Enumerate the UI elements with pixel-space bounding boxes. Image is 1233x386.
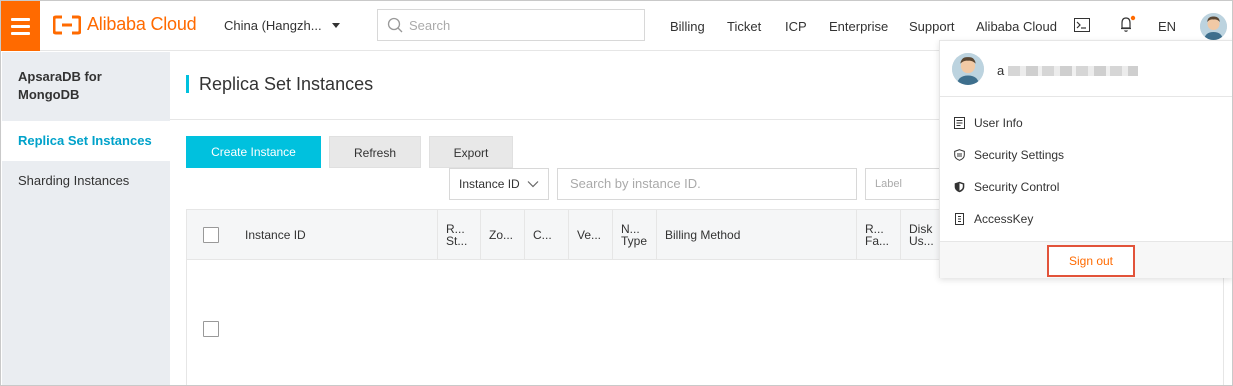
caret-down-icon (331, 23, 340, 28)
alibaba-cloud-mark-icon (53, 15, 81, 34)
sign-out-button[interactable]: Sign out (1047, 245, 1135, 277)
key-icon (955, 213, 964, 225)
nav-billing[interactable]: Billing (670, 19, 705, 34)
select-all-checkbox[interactable] (203, 227, 219, 243)
username-redacted (1008, 65, 1139, 76)
username-prefix: a (997, 63, 1005, 78)
filter-field-value: Instance ID (459, 177, 520, 191)
shield-outline-icon (954, 149, 965, 161)
global-search-input[interactable]: Search (377, 9, 645, 41)
menu-item-security-control[interactable]: Security Control (940, 171, 1232, 203)
column-zone[interactable]: Zo... (481, 210, 525, 260)
column-running-status[interactable]: R... St... (438, 210, 481, 260)
alibaba-cloud-logo[interactable]: Alibaba Cloud (53, 14, 197, 35)
menu-item-user-info[interactable]: User Info (940, 107, 1232, 139)
region-selector[interactable]: China (Hangzh... (224, 18, 340, 33)
menu-item-label: Security Settings (974, 148, 1065, 162)
product-title: ApsaraDB for MongoDB (18, 69, 102, 102)
avatar-icon (1200, 13, 1227, 40)
chevron-down-icon (527, 181, 539, 188)
user-menu-dropdown: a User Info Security Settings Security C… (939, 40, 1232, 278)
column-billing-method[interactable]: Billing Method (657, 210, 857, 260)
avatar (952, 53, 984, 85)
brand-name: Alibaba Cloud (87, 14, 197, 34)
sidebar: ApsaraDB for MongoDB Replica Set Instanc… (2, 52, 170, 385)
avatar-icon (952, 53, 984, 85)
nav-support[interactable]: Support (909, 19, 955, 34)
notification-bell-icon[interactable] (1118, 14, 1138, 34)
filter-field-select[interactable]: Instance ID (449, 168, 549, 200)
menu-item-label: Security Control (974, 180, 1060, 194)
sidebar-item-replica-set[interactable]: Replica Set Instances (2, 121, 170, 161)
column-instance-id[interactable]: Instance ID (237, 210, 438, 260)
hamburger-menu-icon[interactable] (1, 1, 40, 51)
shield-filled-icon (954, 181, 965, 193)
language-switch[interactable]: EN (1158, 19, 1176, 34)
search-placeholder: Search (409, 17, 451, 33)
document-icon (954, 117, 965, 129)
nav-enterprise[interactable]: Enterprise (829, 19, 888, 34)
nav-ticket[interactable]: Ticket (727, 19, 761, 34)
page-title: Replica Set Instances (186, 75, 373, 93)
terminal-icon[interactable] (1074, 18, 1090, 32)
user-avatar[interactable] (1200, 13, 1227, 40)
instance-id-search-input[interactable]: Search by instance ID. (557, 168, 857, 200)
refresh-button[interactable]: Refresh (329, 136, 421, 168)
region-label: China (Hangzh... (224, 18, 322, 33)
create-instance-button[interactable]: Create Instance (186, 136, 321, 168)
console-window: Alibaba Cloud China (Hangzh... Search Bi… (0, 0, 1233, 386)
export-button[interactable]: Export (429, 136, 513, 168)
column-configuration[interactable]: C... (525, 210, 569, 260)
username: a (997, 63, 1139, 78)
user-menu-footer: Sign out (940, 241, 1232, 278)
search-icon (387, 17, 403, 33)
menu-item-security-settings[interactable]: Security Settings (940, 139, 1232, 171)
column-network-type[interactable]: N... Type (613, 210, 657, 260)
nav-icp[interactable]: ICP (785, 19, 807, 34)
menu-item-label: AccessKey (974, 212, 1034, 226)
menu-item-label: User Info (974, 116, 1023, 130)
sidebar-item-sharding[interactable]: Sharding Instances (2, 161, 170, 201)
column-region-facility[interactable]: R... Fa... (857, 210, 901, 260)
nav-alibaba-cloud[interactable]: Alibaba Cloud (976, 19, 1057, 34)
menu-item-accesskey[interactable]: AccessKey (940, 203, 1232, 235)
column-version[interactable]: Ve... (569, 210, 613, 260)
row-checkbox[interactable] (203, 321, 219, 337)
user-menu-header: a (940, 41, 1232, 97)
